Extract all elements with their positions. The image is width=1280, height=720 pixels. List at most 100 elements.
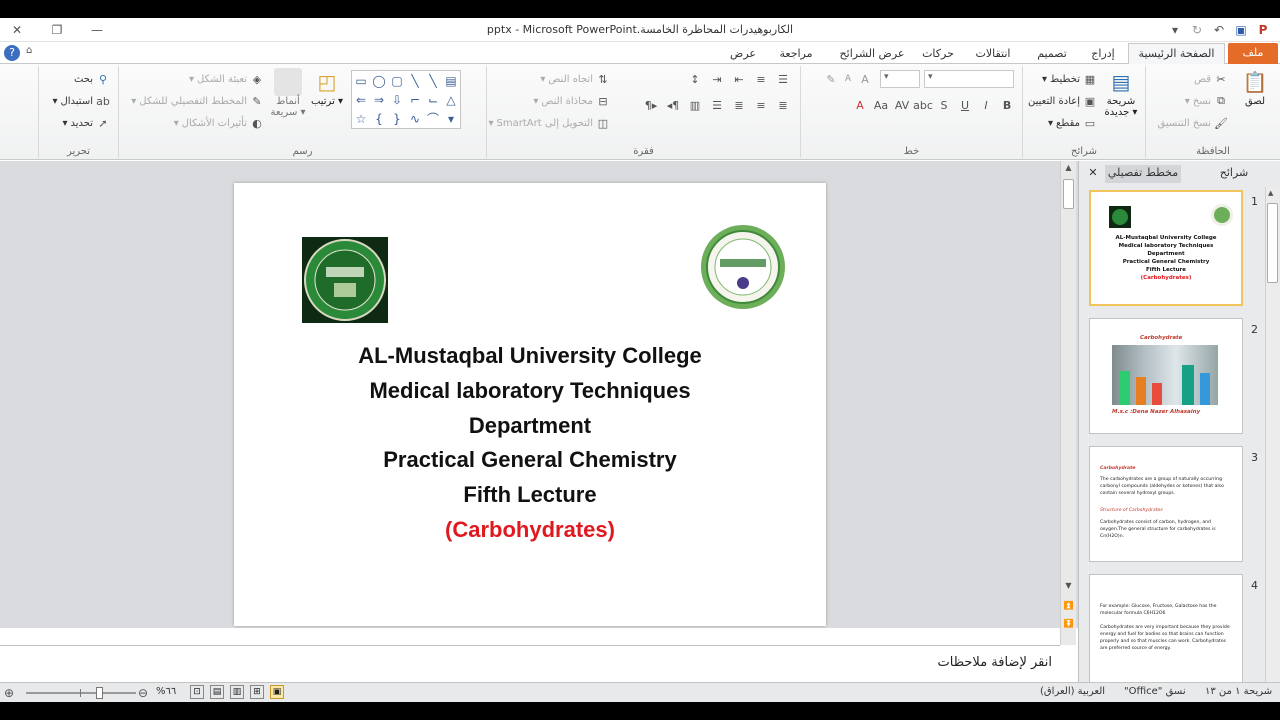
collapse-ribbon-icon[interactable]: ⌂	[26, 45, 32, 56]
triangle-shape-icon[interactable]: △	[442, 90, 460, 109]
more-shapes-icon[interactable]: ▾	[442, 109, 460, 128]
language-indicator[interactable]: العربية (العراق)	[1040, 686, 1105, 697]
slide-title-line-6[interactable]: (Carbohydrates)	[234, 517, 826, 543]
slide-title-line-1[interactable]: AL-Mustaqbal University College	[234, 343, 826, 369]
scrollbar-thumb[interactable]	[1063, 179, 1074, 209]
oval-shape-icon[interactable]: ◯	[370, 71, 388, 90]
font-color-icon[interactable]: A	[853, 98, 867, 112]
elbow-shape-icon[interactable]: ⌐	[406, 90, 424, 109]
undo-icon[interactable]: ↶	[1210, 21, 1228, 39]
rounded-rect-shape-icon[interactable]: ▢	[388, 71, 406, 90]
font-name-combo[interactable]: ▾	[924, 70, 1014, 88]
scroll-down-icon[interactable]: ▼	[1063, 581, 1074, 593]
tab-design[interactable]: تصميم	[1030, 45, 1074, 64]
new-slide-button[interactable]: ▤ شريحة جديدة ▾	[1101, 68, 1141, 118]
decrease-indent-icon[interactable]: ⇤	[732, 72, 746, 86]
shape-fill-button[interactable]: ◈ تعبئة الشكل ▾	[189, 72, 264, 86]
help-icon[interactable]: ?	[4, 45, 20, 61]
current-slide[interactable]: AL-Mustaqbal University College Medical …	[234, 183, 826, 626]
arrow-right-shape-icon[interactable]: ⇒	[370, 90, 388, 109]
bold-icon[interactable]: B	[1000, 98, 1014, 112]
normal-view-icon[interactable]: ▣	[270, 685, 284, 699]
layout-button[interactable]: ▦ تخطيط ▾	[1042, 72, 1097, 86]
slide-thumbnail-4[interactable]: For example: Glucose, Fructose, Galactos…	[1089, 574, 1243, 690]
ltr-icon[interactable]: ▸¶	[644, 98, 658, 112]
slide-show-view-icon[interactable]: ▥	[230, 685, 244, 699]
close-pane-icon[interactable]: ✕	[1083, 165, 1103, 183]
slide-title-line-3[interactable]: Department	[234, 413, 826, 439]
notes-placeholder[interactable]: انقر لإضافة ملاحظات	[938, 655, 1052, 670]
reset-button[interactable]: ▣ إعادة التعيين	[1028, 94, 1097, 108]
scroll-up-icon[interactable]: ▲	[1268, 189, 1273, 197]
justify-icon[interactable]: ☰	[710, 98, 724, 112]
textbox-shape-icon[interactable]: ▤	[442, 71, 460, 90]
char-spacing-icon[interactable]: AV	[895, 98, 909, 112]
shapes-gallery[interactable]: ▭ ◯ ▢ ╲ ╲ ▤ ⇐ ⇒ ⇩ ⌐ ⌙ △ ☆{} ∿ ⌒ ▾	[351, 70, 461, 129]
curve-shape-icon[interactable]: ∿	[406, 109, 424, 128]
zoom-in-icon[interactable]: ⊕	[4, 686, 14, 700]
align-text-button[interactable]: ⊟ محاذاة النص ▾	[533, 94, 610, 108]
font-size-combo[interactable]: ▾	[880, 70, 920, 88]
shrink-font-icon[interactable]: A	[841, 72, 855, 86]
tab-animations[interactable]: حركات	[918, 45, 958, 64]
align-right-icon[interactable]: ≣	[776, 98, 790, 112]
grow-font-icon[interactable]: A	[858, 72, 872, 86]
notes-pane[interactable]: انقر لإضافة ملاحظات	[0, 645, 1060, 681]
tab-review[interactable]: مراجعة	[772, 45, 820, 64]
text-direction-button[interactable]: ⇅ اتجاه النص ▾	[540, 72, 610, 86]
tab-slides[interactable]: شرائح	[1199, 165, 1269, 183]
section-button[interactable]: ▭ مقطع ▾	[1048, 116, 1097, 130]
line-shape-icon[interactable]: ╲	[424, 71, 442, 90]
tab-outline[interactable]: مخطط تفصيلي	[1105, 165, 1181, 183]
increase-indent-icon[interactable]: ⇥	[710, 72, 724, 86]
align-center-icon[interactable]: ≡	[754, 98, 768, 112]
slide-title-line-2[interactable]: Medical laboratory Techniques	[234, 378, 826, 404]
tab-transitions[interactable]: انتقالات	[968, 45, 1018, 64]
slide-sorter-icon[interactable]: ⊞	[250, 685, 264, 699]
star-shape-icon[interactable]: ☆	[352, 109, 370, 128]
line-spacing-icon[interactable]: ↕	[688, 72, 702, 86]
zoom-slider-thumb[interactable]	[96, 687, 103, 699]
arrow-down-shape-icon[interactable]: ⇩	[388, 90, 406, 109]
underline-icon[interactable]: U	[958, 98, 972, 112]
customize-qat-icon[interactable]: ▾	[1166, 21, 1184, 39]
fit-window-icon[interactable]: ⊡	[190, 685, 204, 699]
scroll-up-icon[interactable]: ▲	[1063, 163, 1074, 175]
align-left-icon[interactable]: ≣	[732, 98, 746, 112]
redo-icon[interactable]: ↻	[1188, 21, 1206, 39]
slide-title-line-5[interactable]: Fifth Lecture	[234, 482, 826, 508]
zoom-level[interactable]: %٦٦	[156, 686, 176, 697]
save-icon[interactable]: ▣	[1232, 21, 1250, 39]
italic-icon[interactable]: I	[979, 98, 993, 112]
slide-thumbnail-2[interactable]: Carbohydrate M.s.c :Dena Nazer Alhasainy	[1089, 318, 1243, 434]
cut-button[interactable]: ✂ قص	[1194, 72, 1228, 86]
strikethrough-icon[interactable]: abc	[913, 98, 933, 112]
select-button[interactable]: ➚ تحديد ▾	[62, 116, 110, 130]
line-shape-icon[interactable]: ╲	[406, 71, 424, 90]
previous-slide-icon[interactable]: ⏫	[1063, 601, 1074, 613]
find-button[interactable]: ⚲ بحث	[74, 72, 110, 86]
shape-effects-button[interactable]: ◐ تأثيرات الأشكال ▾	[174, 116, 264, 130]
brace-shape-icon[interactable]: {	[370, 109, 388, 128]
slides-pane-scrollbar[interactable]: ▲ ▼	[1265, 187, 1279, 695]
quick-styles-button[interactable]: أنماط سريعة ▾	[269, 68, 307, 118]
replace-button[interactable]: ab استبدال ▾	[52, 94, 110, 108]
numbering-icon[interactable]: ≡	[754, 72, 768, 86]
columns-icon[interactable]: ▥	[688, 98, 702, 112]
rectangle-shape-icon[interactable]: ▭	[352, 71, 370, 90]
tab-insert[interactable]: إدراج	[1086, 45, 1120, 64]
pane-scrollbar-thumb[interactable]	[1267, 203, 1278, 283]
arrow-left-shape-icon[interactable]: ⇐	[352, 90, 370, 109]
next-slide-icon[interactable]: ⏬	[1063, 619, 1074, 631]
tab-file[interactable]: ملف	[1228, 43, 1278, 64]
paste-button[interactable]: 📋 لصق	[1238, 68, 1272, 107]
powerpoint-app-icon[interactable]: P	[1254, 21, 1272, 39]
tab-view[interactable]: عرض	[724, 45, 762, 64]
tab-home[interactable]: الصفحة الرئيسية	[1128, 43, 1225, 65]
slide-thumbnail-3[interactable]: Carbohydrate The carbohydrates are a gro…	[1089, 446, 1243, 562]
zoom-slider[interactable]	[26, 687, 136, 699]
bullets-icon[interactable]: ☰	[776, 72, 790, 86]
brace-shape-icon[interactable]: }	[388, 109, 406, 128]
smartart-button[interactable]: ◫ التحويل إلى SmartArt ▾	[489, 116, 611, 130]
change-case-icon[interactable]: Aa	[874, 98, 888, 112]
